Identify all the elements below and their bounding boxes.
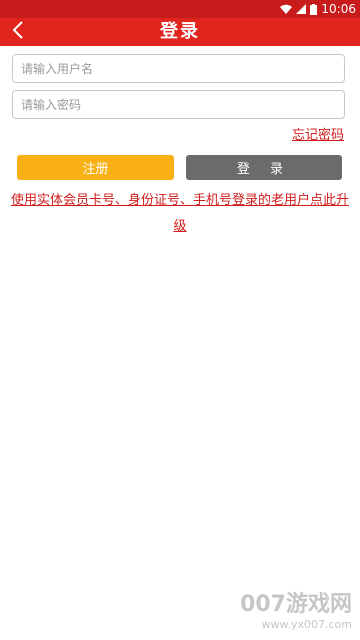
register-button[interactable]: 注册 — [17, 155, 174, 180]
username-input[interactable] — [12, 54, 345, 83]
watermark: 007游戏网 www.yx007.com — [222, 592, 352, 632]
login-button[interactable]: 登 录 — [186, 155, 342, 180]
page-title: 登录 — [160, 21, 200, 42]
forgot-password-link[interactable]: 忘记密码 — [292, 124, 344, 143]
password-input[interactable] — [12, 90, 345, 119]
status-icons: 10:06 — [280, 0, 356, 18]
cellular-signal-icon — [296, 4, 307, 14]
watermark-url: www.yx007.com — [261, 618, 352, 631]
status-bar: 10:06 — [0, 0, 360, 18]
status-time: 10:06 — [321, 2, 356, 16]
watermark-title: 007游戏网 — [240, 592, 352, 617]
wifi-icon — [280, 4, 293, 14]
app-bar: 登录 — [0, 18, 360, 46]
battery-icon — [310, 3, 318, 15]
upgrade-link[interactable]: 使用实体会员卡号、身份证号、手机号登录的老用户点此升级 — [10, 188, 350, 240]
